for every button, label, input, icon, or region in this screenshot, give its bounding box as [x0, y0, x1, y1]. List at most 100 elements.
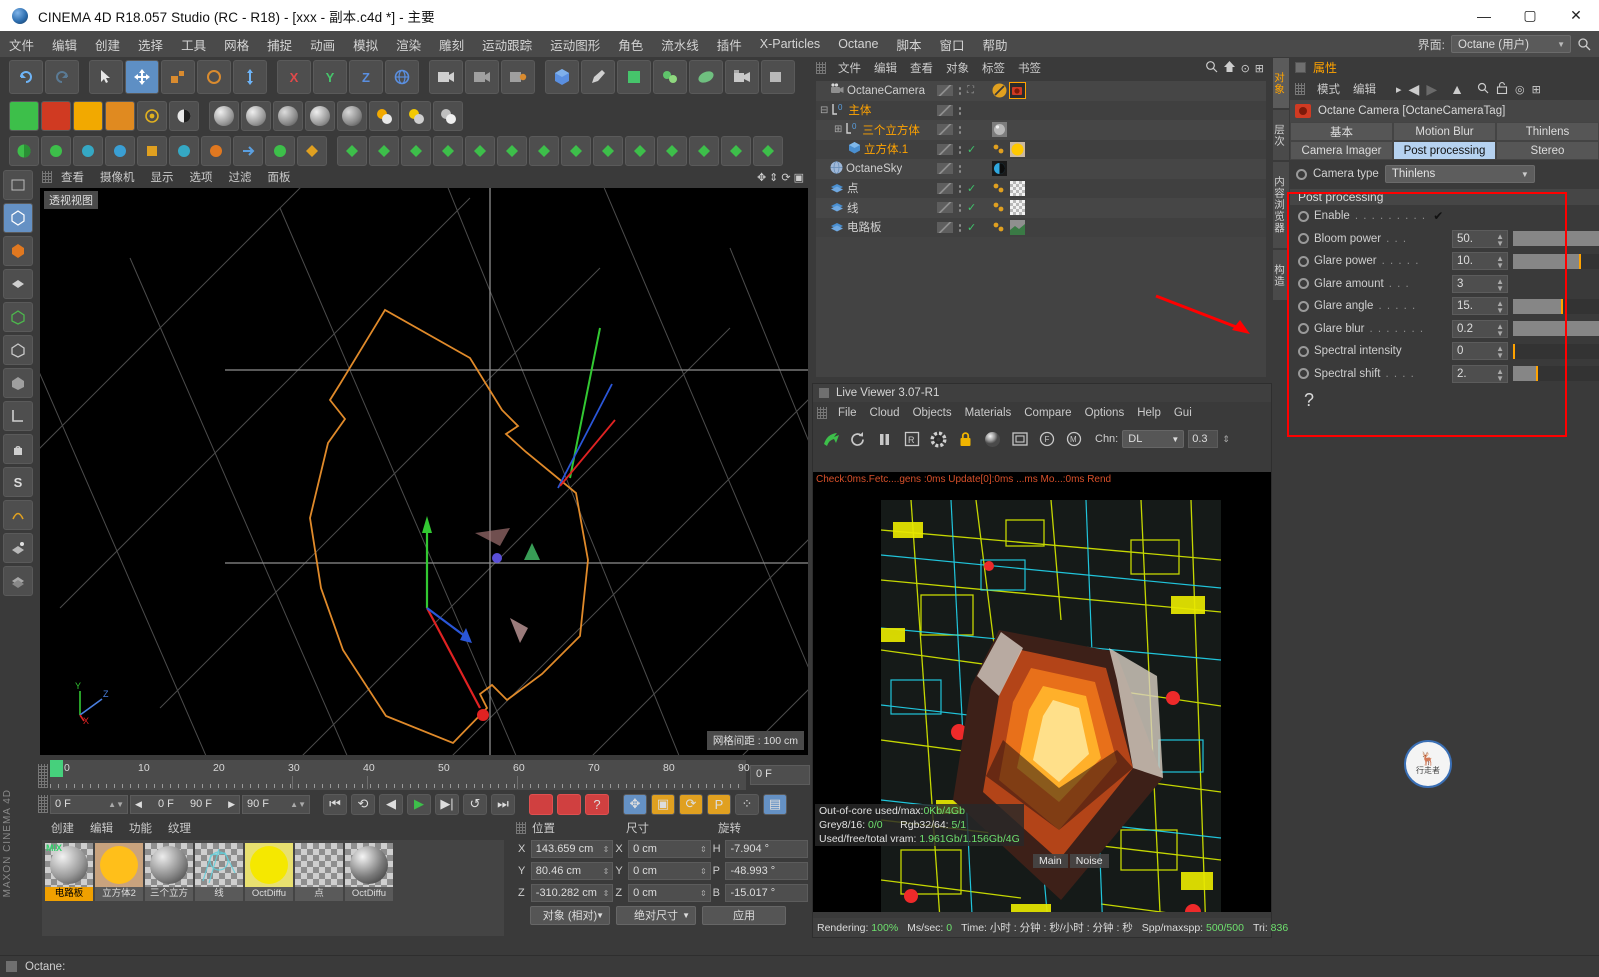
- tab-thinlens[interactable]: Thinlens: [1496, 122, 1599, 141]
- menu-item-xparticles[interactable]: X-Particles: [751, 34, 829, 54]
- menu-item-snap[interactable]: 捕捉: [258, 32, 301, 57]
- octane-diamond-1[interactable]: [337, 136, 367, 166]
- help-question-mark[interactable]: ?: [1290, 385, 1599, 411]
- exposure-spinner[interactable]: ⇕: [1222, 434, 1230, 445]
- octane-render-button[interactable]: [41, 101, 71, 131]
- lock-icon[interactable]: [954, 428, 977, 451]
- timeline-controls-grip-icon[interactable]: [38, 795, 48, 813]
- menu-item-window[interactable]: 窗口: [931, 32, 974, 57]
- overlay-tab-noise[interactable]: Noise: [1069, 854, 1109, 868]
- octane-node-globe[interactable]: [9, 136, 39, 166]
- play-button[interactable]: ▶: [407, 793, 431, 815]
- go-to-start-button[interactable]: ⏮: [323, 793, 347, 815]
- menu-item-select[interactable]: 选择: [129, 32, 172, 57]
- octane-dots-icon[interactable]: [992, 200, 1007, 215]
- preview-range-field[interactable]: ◀ 0 F 90 F ▶: [130, 794, 240, 814]
- octane-node-e[interactable]: [169, 136, 199, 166]
- material-ball-3[interactable]: [273, 101, 303, 131]
- octane-target-button[interactable]: [137, 101, 167, 131]
- back-arrow-icon[interactable]: ◀: [1409, 81, 1420, 98]
- current-frame-field[interactable]: 0 F: [750, 765, 810, 785]
- cube-primitive-button[interactable]: [545, 60, 579, 94]
- undo-button[interactable]: [9, 60, 43, 94]
- table-row[interactable]: 线 ✓: [816, 198, 1266, 218]
- viewport-nav-scale-icon[interactable]: ⇕: [769, 171, 778, 184]
- picture-frame-icon[interactable]: [1008, 428, 1031, 451]
- spectral-intensity-field[interactable]: 0 ▲ ▼: [1452, 342, 1508, 361]
- texture-mode-button[interactable]: [3, 269, 33, 299]
- menu-item-render[interactable]: 渲染: [387, 32, 430, 57]
- attr-target-icon[interactable]: ◎: [1515, 83, 1525, 96]
- overlay-tab-main[interactable]: Main: [1033, 854, 1068, 868]
- vtab-layers[interactable]: 层次: [1272, 109, 1290, 161]
- frame-end-field[interactable]: 90 F ▲▼: [242, 794, 310, 814]
- record-keyframe-button[interactable]: [529, 793, 553, 815]
- visibility-check-icon[interactable]: ✓: [967, 182, 976, 195]
- octane-live-button[interactable]: [9, 101, 39, 131]
- timeline-grip-icon[interactable]: [38, 764, 48, 788]
- bloom-power-radio-icon[interactable]: [1298, 233, 1309, 245]
- play-reverse-loop-button[interactable]: ⟲: [351, 793, 375, 815]
- camera-type-radio-icon[interactable]: [1296, 168, 1307, 180]
- coord-size-x[interactable]: 0 cm ⇕: [628, 840, 711, 858]
- focus-picker-icon[interactable]: F: [1035, 428, 1058, 451]
- visibility-check-icon[interactable]: ✓: [967, 143, 976, 156]
- visibility-check-icon[interactable]: ✓: [967, 201, 976, 214]
- camera-button[interactable]: [725, 60, 759, 94]
- menu-item-plugins[interactable]: 插件: [708, 32, 751, 57]
- octane-dots-icon[interactable]: [992, 220, 1007, 235]
- spectral-shift-radio-icon[interactable]: [1298, 368, 1309, 380]
- material-menu-texture[interactable]: 纹理: [161, 818, 198, 838]
- glare-angle-radio-icon[interactable]: [1298, 300, 1309, 312]
- table-row[interactable]: ⊟ 0 主体: [816, 100, 1266, 120]
- lv-menu-materials[interactable]: Materials: [959, 405, 1018, 421]
- channel-dropdown[interactable]: DL ▼: [1122, 430, 1185, 448]
- octane-diamond-14[interactable]: [753, 136, 783, 166]
- material-ball-5[interactable]: [337, 101, 367, 131]
- coord-position-y[interactable]: 80.46 cm ⇕: [530, 862, 614, 880]
- om-home-icon[interactable]: [1223, 60, 1236, 76]
- glare-power-field[interactable]: 10. ▲ ▼: [1452, 252, 1508, 271]
- gear-icon[interactable]: [927, 428, 950, 451]
- menu-item-simulate[interactable]: 模拟: [344, 32, 387, 57]
- viewport-nav-rotate-icon[interactable]: ⟳: [781, 171, 790, 184]
- coord-size-z[interactable]: 0 cm ⇕: [628, 884, 711, 902]
- octane-diamond-4[interactable]: [433, 136, 463, 166]
- octane-diamond-13[interactable]: [721, 136, 751, 166]
- material-ball-1[interactable]: [209, 101, 239, 131]
- object-manager-grip-icon[interactable]: [816, 62, 826, 74]
- menu-item-motiontracker[interactable]: 运动跟踪: [473, 32, 541, 57]
- coord-position-z[interactable]: -310.282 cm ⇕: [530, 884, 614, 902]
- loop-button[interactable]: ↺: [463, 793, 487, 815]
- octane-node-g[interactable]: [233, 136, 263, 166]
- render-region-button[interactable]: [465, 60, 499, 94]
- environment-button[interactable]: [689, 60, 723, 94]
- bloom-power-field[interactable]: 50. ▲ ▼: [1452, 229, 1508, 248]
- key-pla-button[interactable]: ⁘: [735, 793, 759, 815]
- material-tag-icon[interactable]: [1010, 180, 1025, 196]
- material-item[interactable]: OctDiffu: [245, 843, 293, 901]
- key-scale-button[interactable]: ▣: [651, 793, 675, 815]
- sky-tag-icon[interactable]: [992, 161, 1007, 177]
- material-preview-icon[interactable]: [981, 428, 1004, 451]
- octane-diamond-5[interactable]: [465, 136, 495, 166]
- octane-mix-1[interactable]: [369, 101, 399, 131]
- material-menu-create[interactable]: 创建: [44, 818, 81, 838]
- viewport-menu-panel[interactable]: 面板: [261, 167, 298, 187]
- material-tag-icon[interactable]: [1010, 219, 1025, 235]
- material-item[interactable]: 立方体2: [95, 843, 143, 901]
- octane-diamond-8[interactable]: [561, 136, 591, 166]
- octane-dots-icon[interactable]: [992, 142, 1007, 157]
- tree-expand-icon[interactable]: ⊞: [834, 124, 842, 135]
- model-mode-button[interactable]: [3, 236, 33, 266]
- timeline-ruler[interactable]: 0 10 20 30 40 50 60 70 80 90: [50, 760, 750, 790]
- attr-search-icon[interactable]: [1477, 82, 1489, 97]
- octane-node-a[interactable]: [41, 136, 71, 166]
- octane-diamond-7[interactable]: [529, 136, 559, 166]
- octane-diamond-3[interactable]: [401, 136, 431, 166]
- redo-button[interactable]: [45, 60, 79, 94]
- up-arrow-icon[interactable]: ▲: [1450, 81, 1464, 97]
- floating-deer-button[interactable]: 🦌 行走者: [1404, 740, 1452, 788]
- spectral-shift-field[interactable]: 2. ▲ ▼: [1452, 364, 1508, 383]
- glare-power-radio-icon[interactable]: [1298, 255, 1309, 267]
